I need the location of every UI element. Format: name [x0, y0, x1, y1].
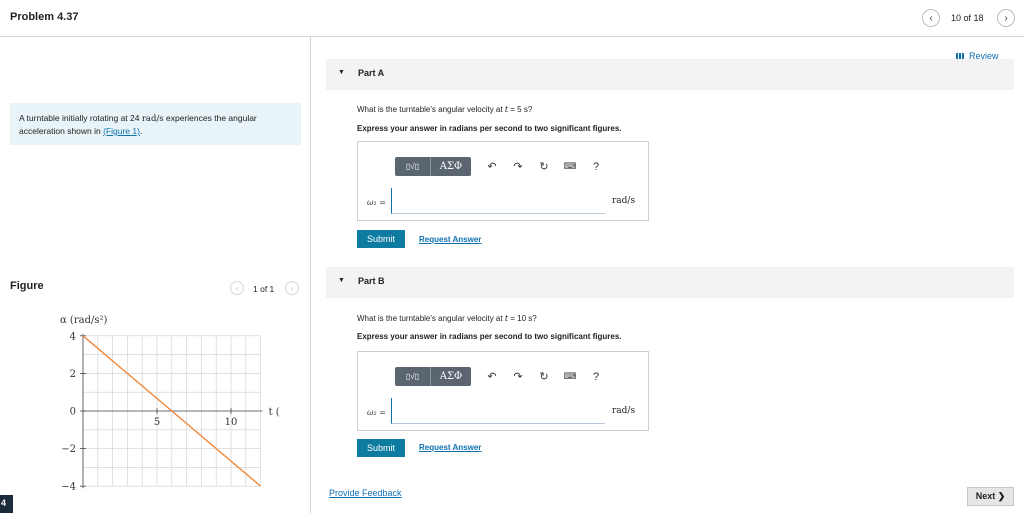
template-group: ▯√▯ ΑΣΦ [395, 367, 471, 386]
keyboard-icon[interactable]: ⌨ [557, 371, 583, 382]
figure-label: Figure [10, 280, 44, 292]
part-b-answer-box: ▯√▯ ΑΣΦ ↶ ↷ ↻ ⌨ ? ω₂ = rad/s [357, 351, 649, 431]
question-text-end: = 5 s? [508, 105, 533, 114]
figure-prev-icon[interactable]: ‹ [230, 281, 244, 295]
unit-label: rad/s [612, 406, 636, 416]
panel-divider [310, 37, 311, 513]
provide-feedback-link[interactable]: Provide Feedback [329, 488, 402, 498]
figure-next-icon[interactable]: › [285, 281, 299, 295]
collapse-triangle-icon: ▼ [338, 277, 345, 284]
collapse-triangle-icon: ▼ [338, 69, 345, 76]
y-tick-label: 4 [70, 331, 76, 342]
x-tick-label: 5 [154, 417, 160, 428]
templates-button[interactable]: ▯√▯ [395, 157, 431, 176]
y-axis-label: α (rad/s²) [60, 315, 107, 326]
redo-icon[interactable]: ↷ [505, 370, 531, 383]
part-b-header[interactable]: ▼ Part B [326, 267, 1014, 298]
statement-unit: rad/s [141, 114, 164, 124]
part-b-request-answer-link[interactable]: Request Answer [419, 443, 481, 452]
keyboard-icon[interactable]: ⌨ [557, 161, 583, 172]
symbols-button[interactable]: ΑΣΦ [431, 157, 471, 176]
help-icon[interactable]: ? [583, 371, 609, 383]
symbols-button[interactable]: ΑΣΦ [431, 367, 471, 386]
part-b-title: Part B [358, 276, 385, 286]
template-group: ▯√▯ ΑΣΦ [395, 157, 471, 176]
x-axis-label: t (s) [269, 407, 280, 418]
statement-text: A turntable initially rotating at 24 [19, 113, 142, 123]
omega1-label: ω₁ = [367, 198, 386, 207]
y-tick-label: 0 [70, 407, 76, 418]
problem-statement: A turntable initially rotating at 24 rad… [10, 103, 301, 145]
question-text-end: = 10 s? [508, 314, 537, 323]
angular-acceleration-graph: 4 2 0 −2 −4 5 10 α (rad/s²) t (s) [60, 315, 280, 493]
unit-label: rad/s [612, 196, 636, 206]
y-tick-label: −4 [61, 482, 76, 493]
templates-button[interactable]: ▯√▯ [395, 367, 431, 386]
part-a-instruction: Express your answer in radians per secon… [357, 124, 622, 133]
omega2-label: ω₂ = [367, 408, 386, 417]
y-tick-label: −2 [61, 444, 76, 455]
redo-icon[interactable]: ↷ [505, 160, 531, 173]
help-icon[interactable]: ? [583, 161, 609, 173]
part-a-answer-box: ▯√▯ ΑΣΦ ↶ ↷ ↻ ⌨ ? ω₁ = rad/s [357, 141, 649, 221]
chevron-right-icon[interactable]: › [997, 9, 1015, 27]
statement-end: . [139, 126, 143, 136]
y-tick-label: 2 [70, 369, 76, 380]
corner-badge: 4 [0, 495, 13, 513]
page-count: 10 of 18 [951, 13, 984, 23]
reset-icon[interactable]: ↻ [531, 160, 557, 173]
math-toolbar: ▯√▯ ΑΣΦ ↶ ↷ ↻ ⌨ ? [395, 363, 609, 390]
omega2-input[interactable] [391, 398, 605, 424]
part-a-question: What is the turntable's angular velocity… [357, 105, 532, 114]
part-b-instruction: Express your answer in radians per secon… [357, 332, 622, 341]
part-a-title: Part A [358, 68, 385, 78]
part-a-submit-button[interactable]: Submit [357, 230, 405, 248]
figure-count: 1 of 1 [253, 284, 275, 294]
undo-icon[interactable]: ↶ [479, 370, 505, 383]
omega1-input[interactable] [391, 188, 605, 214]
figure-link[interactable]: (Figure 1) [103, 126, 140, 136]
undo-icon[interactable]: ↶ [479, 160, 505, 173]
question-text: What is the turntable's angular velocity… [357, 314, 505, 323]
math-toolbar: ▯√▯ ΑΣΦ ↶ ↷ ↻ ⌨ ? [395, 153, 609, 180]
question-text: What is the turntable's angular velocity… [357, 105, 505, 114]
problem-title: Problem 4.37 [10, 11, 79, 23]
chevron-left-icon[interactable]: ‹ [922, 9, 940, 27]
part-b-question: What is the turntable's angular velocity… [357, 314, 537, 323]
reset-icon[interactable]: ↻ [531, 370, 557, 383]
next-button[interactable]: Next ❯ [967, 487, 1014, 506]
part-a-request-answer-link[interactable]: Request Answer [419, 235, 481, 244]
part-b-submit-button[interactable]: Submit [357, 439, 405, 457]
top-bar: Problem 4.37 ‹ 10 of 18 › [0, 0, 1024, 37]
x-tick-label: 10 [225, 417, 238, 428]
part-a-header[interactable]: ▼ Part A [326, 59, 1014, 90]
